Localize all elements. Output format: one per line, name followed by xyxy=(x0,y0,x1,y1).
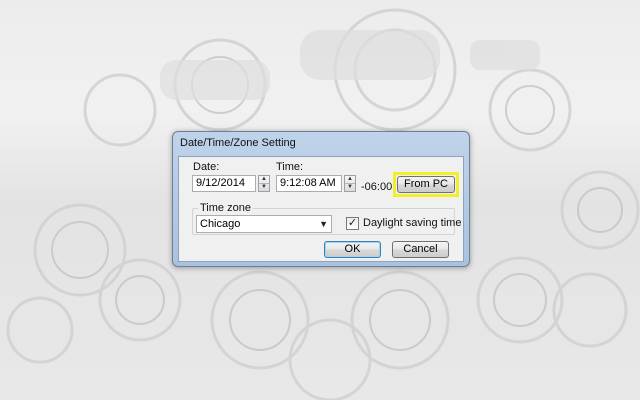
utc-offset: -06:00 xyxy=(361,181,393,193)
from-pc-button[interactable]: From PC xyxy=(397,176,455,193)
dialog-title: Date/Time/Zone Setting xyxy=(180,137,296,149)
dialog-title-bar[interactable]: Date/Time/Zone Setting xyxy=(173,132,469,156)
time-spinner[interactable]: ▲ ▼ xyxy=(344,175,356,192)
daylight-saving-checkbox[interactable]: ✓ xyxy=(346,217,359,230)
spinner-down-icon[interactable]: ▼ xyxy=(345,183,355,191)
date-time-zone-dialog: Date/Time/Zone Setting Date: 9/12/2014 ▲… xyxy=(172,131,470,267)
time-label: Time: xyxy=(276,161,304,173)
time-zone-value: Chicago xyxy=(200,218,241,230)
spinner-down-icon[interactable]: ▼ xyxy=(259,183,269,191)
cancel-button[interactable]: Cancel xyxy=(392,241,449,258)
time-zone-select[interactable]: Chicago ▼ xyxy=(196,215,332,233)
chevron-down-icon[interactable]: ▼ xyxy=(319,216,328,232)
daylight-saving-label[interactable]: Daylight saving time xyxy=(363,217,461,229)
dialog-client-area: Date: 9/12/2014 ▲ ▼ Time: 9:12:08 AM ▲ ▼… xyxy=(178,156,464,262)
ok-button[interactable]: OK xyxy=(324,241,381,258)
time-field[interactable]: 9:12:08 AM xyxy=(276,175,342,192)
time-zone-group-label: Time zone xyxy=(198,202,253,214)
spinner-up-icon[interactable]: ▲ xyxy=(259,176,269,183)
spinner-up-icon[interactable]: ▲ xyxy=(345,176,355,183)
date-label: Date: xyxy=(193,161,220,173)
date-spinner[interactable]: ▲ ▼ xyxy=(258,175,270,192)
date-field[interactable]: 9/12/2014 xyxy=(192,175,256,192)
